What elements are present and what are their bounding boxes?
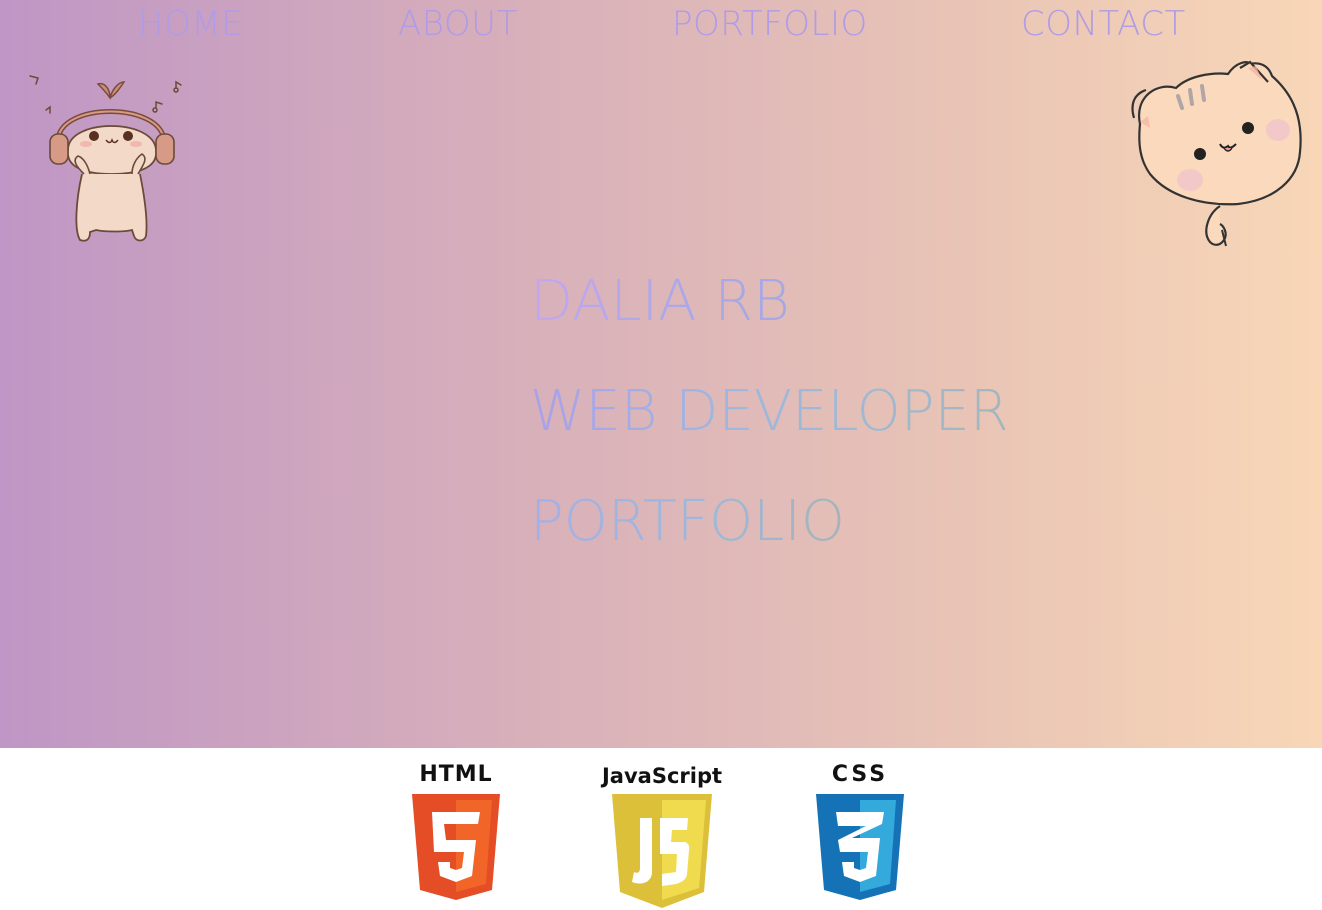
javascript-logo: JavaScript xyxy=(592,762,732,908)
hero-name: DALIA RB xyxy=(530,269,790,334)
hero-subtitle: PORTFOLIO xyxy=(530,489,845,554)
tech-logos: HTML JavaScript CSS xyxy=(0,748,1322,908)
html5-logo-label: HTML xyxy=(419,762,493,787)
nav-link-home[interactable]: HOME xyxy=(138,4,243,44)
nav-link-portfolio[interactable]: PORTFOLIO xyxy=(672,4,868,44)
hero-role: WEB DEVELOPER xyxy=(530,379,1009,444)
javascript-shield-icon xyxy=(612,794,712,908)
top-nav: HOME ABOUT PORTFOLIO CONTACT xyxy=(0,0,1322,50)
nav-link-about[interactable]: ABOUT xyxy=(398,4,518,44)
javascript-logo-label: JavaScript xyxy=(601,764,723,788)
css3-shield-icon xyxy=(816,794,904,900)
nav-link-contact[interactable]: CONTACT xyxy=(1021,4,1186,44)
html5-logo: HTML xyxy=(404,762,508,902)
hero-section: HOME ABOUT PORTFOLIO CONTACT DALIA RB WE… xyxy=(0,0,1322,748)
headphones-mascot-icon xyxy=(29,75,182,242)
css3-logo: CSS xyxy=(808,762,912,902)
html5-shield-icon xyxy=(412,794,500,900)
cat-mascot-icon xyxy=(1131,60,1302,247)
css3-logo-label: CSS xyxy=(831,762,889,787)
